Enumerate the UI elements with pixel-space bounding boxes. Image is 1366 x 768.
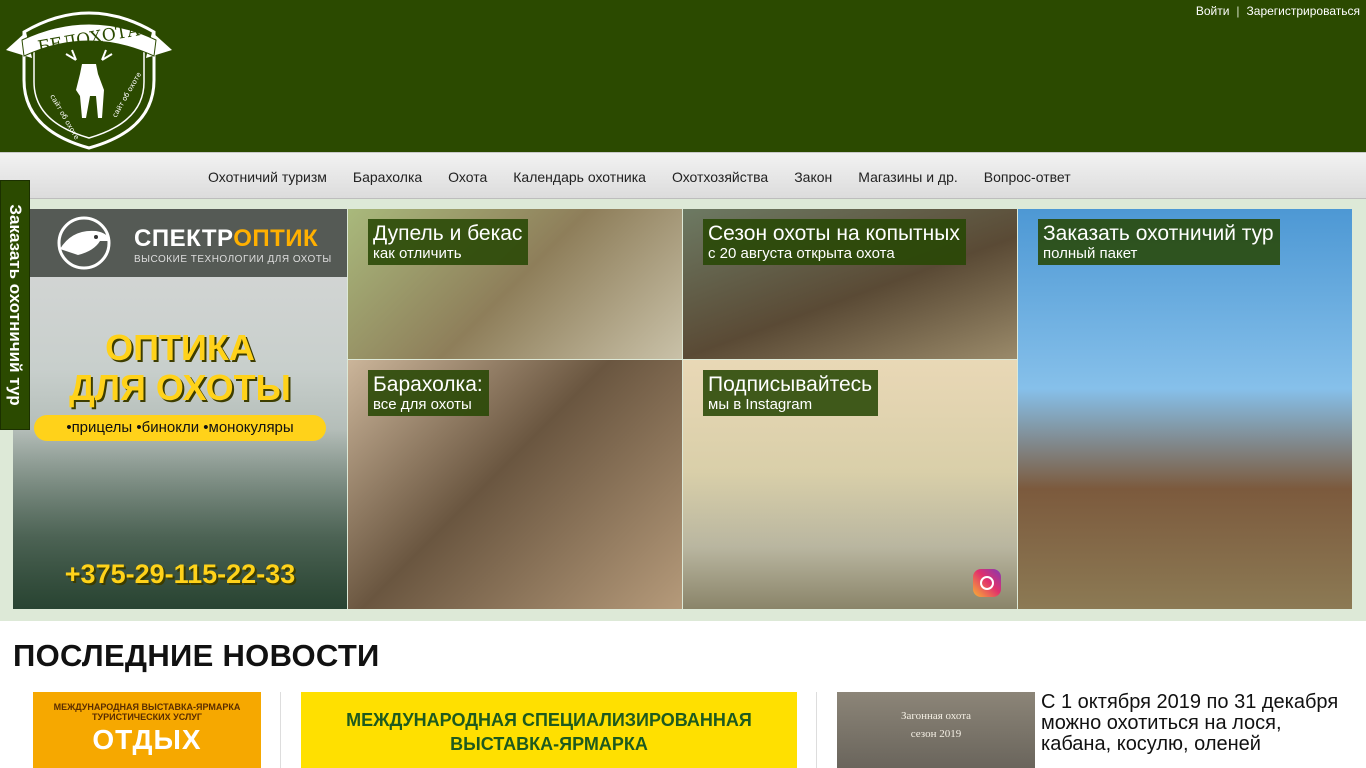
auth-separator: | [1236, 4, 1240, 18]
tile-snipe-caption: Дупель и бекас как отличить [368, 219, 529, 265]
instagram-icon[interactable] [973, 569, 1001, 597]
ad-products: •прицелы •бинокли •монокуляры [34, 415, 326, 441]
news-item-driven-hunt-img-line-2: сезон 2019 [910, 728, 962, 740]
tile-snipe-title: Дупель и бекас [373, 222, 523, 245]
nav-item-flea-market[interactable]: Барахолка [340, 169, 435, 185]
tile-season-title: Сезон охоты на копытных [708, 222, 960, 245]
tile-instagram[interactable]: Подписывайтесь мы в Instagram [683, 360, 1017, 609]
tile-instagram-title: Подписывайтесь [708, 373, 873, 396]
optics-ad-banner[interactable]: СПЕКТРОПТИК ВЫСОКИЕ ТЕХНОЛОГИИ ДЛЯ ОХОТЫ… [13, 209, 347, 609]
auth-links: Войти | Зарегистрироваться [1196, 4, 1360, 18]
tile-instagram-caption: Подписывайтесь мы в Instagram [703, 370, 879, 416]
tile-season-subtitle: с 20 августа открыта охота [708, 245, 895, 262]
login-link[interactable]: Войти [1196, 4, 1230, 18]
news-item-otdykh-small: МЕЖДУНАРОДНАЯ ВЫСТАВКА-ЯРМАРКА ТУРИСТИЧЕ… [53, 702, 241, 722]
news-list: МЕЖДУНАРОДНАЯ ВЫСТАВКА-ЯРМАРКА ТУРИСТИЧЕ… [0, 692, 1366, 768]
tile-tour-subtitle: полный пакет [1043, 245, 1138, 262]
eagle-icon [57, 216, 111, 270]
ad-brand-name: СПЕКТРОПТИК [134, 225, 318, 253]
news-item-otdykh-big: ОТДЫХ [92, 724, 202, 755]
ad-brand-strip: СПЕКТРОПТИК ВЫСОКИЕ ТЕХНОЛОГИИ ДЛЯ ОХОТЫ [30, 209, 347, 277]
main-nav: Охотничий туризм Барахолка Охота Календа… [0, 152, 1366, 199]
news-item-driven-hunt-image[interactable]: Загонная охота сезон 2019 [837, 692, 1035, 768]
side-tab-label: Заказать охотничий тур [6, 204, 25, 406]
nav-item-hunting-tourism[interactable]: Охотничий туризм [195, 169, 340, 185]
site-header: БЕЛОХОТА сайт об охоте сайт об охоте Вой… [0, 0, 1366, 152]
nav-item-faq[interactable]: Вопрос-ответ [971, 169, 1084, 185]
tile-market-title: Барахолка: [373, 373, 483, 396]
tile-market-caption: Барахолка: все для охоты [368, 370, 489, 416]
news-divider [816, 692, 817, 768]
nav-item-hunting-grounds[interactable]: Охотхозяйства [659, 169, 781, 185]
tile-tour-title: Заказать охотничий тур [1043, 222, 1274, 245]
tile-instagram-subtitle: мы в Instagram [708, 396, 813, 413]
order-tour-side-tab[interactable]: Заказать охотничий тур [0, 180, 30, 430]
news-item-driven-hunt-img-line-1: Загонная охота [900, 710, 972, 722]
latest-news-heading: ПОСЛЕДНИЕ НОВОСТИ [13, 638, 380, 673]
tile-order-tour[interactable]: Заказать охотничий тур полный пакет [1018, 209, 1352, 609]
tile-market-subtitle: все для охоты [373, 396, 472, 413]
nav-item-hunter-calendar[interactable]: Календарь охотника [500, 169, 659, 185]
tile-snipe-subtitle: как отличить [373, 245, 462, 262]
news-item-expo-line-a: МЕЖДУНАРОДНАЯ СПЕЦИАЛИЗИРОВАННАЯ [346, 710, 752, 730]
promo-grid: СПЕКТРОПТИК ВЫСОКИЕ ТЕХНОЛОГИИ ДЛЯ ОХОТЫ… [0, 199, 1366, 621]
news-divider [280, 692, 281, 768]
belokhota-logo[interactable]: БЕЛОХОТА сайт об охоте сайт об охоте [4, 0, 174, 150]
ad-headline-1: ОПТИКА [105, 327, 255, 368]
nav-item-shops[interactable]: Магазины и др. [845, 169, 971, 185]
register-link[interactable]: Зарегистрироваться [1247, 4, 1360, 18]
news-item-otdykh[interactable]: МЕЖДУНАРОДНАЯ ВЫСТАВКА-ЯРМАРКА ТУРИСТИЧЕ… [33, 692, 261, 768]
news-item-expo-line-b: ВЫСТАВКА-ЯРМАРКА [450, 734, 648, 754]
news-item-expo[interactable]: МЕЖДУНАРОДНАЯ СПЕЦИАЛИЗИРОВАННАЯ ВЫСТАВК… [301, 692, 797, 768]
nav-item-law[interactable]: Закон [781, 169, 845, 185]
ad-tagline: ВЫСОКИЕ ТЕХНОЛОГИИ ДЛЯ ОХОТЫ [134, 254, 332, 265]
tile-season-caption: Сезон охоты на копытных с 20 августа отк… [703, 219, 966, 265]
ad-brand-accent: ОПТИК [233, 225, 319, 252]
tile-snipe[interactable]: Дупель и бекас как отличить [348, 209, 682, 359]
nav-item-hunting[interactable]: Охота [435, 169, 500, 185]
tile-tour-caption: Заказать охотничий тур полный пакет [1038, 219, 1280, 265]
tile-hoofed-season[interactable]: Сезон охоты на копытных с 20 августа отк… [683, 209, 1017, 359]
news-item-driven-hunt-text[interactable]: С 1 октября 2019 по 31 декабря можно охо… [1041, 692, 1351, 755]
tile-flea-market[interactable]: Барахолка: все для охоты [348, 360, 682, 609]
ad-brand-main: СПЕКТР [134, 225, 234, 252]
ad-phone: +375-29-115-22-33 [64, 559, 296, 589]
ad-headline-2: ДЛЯ ОХОТЫ [69, 367, 291, 408]
